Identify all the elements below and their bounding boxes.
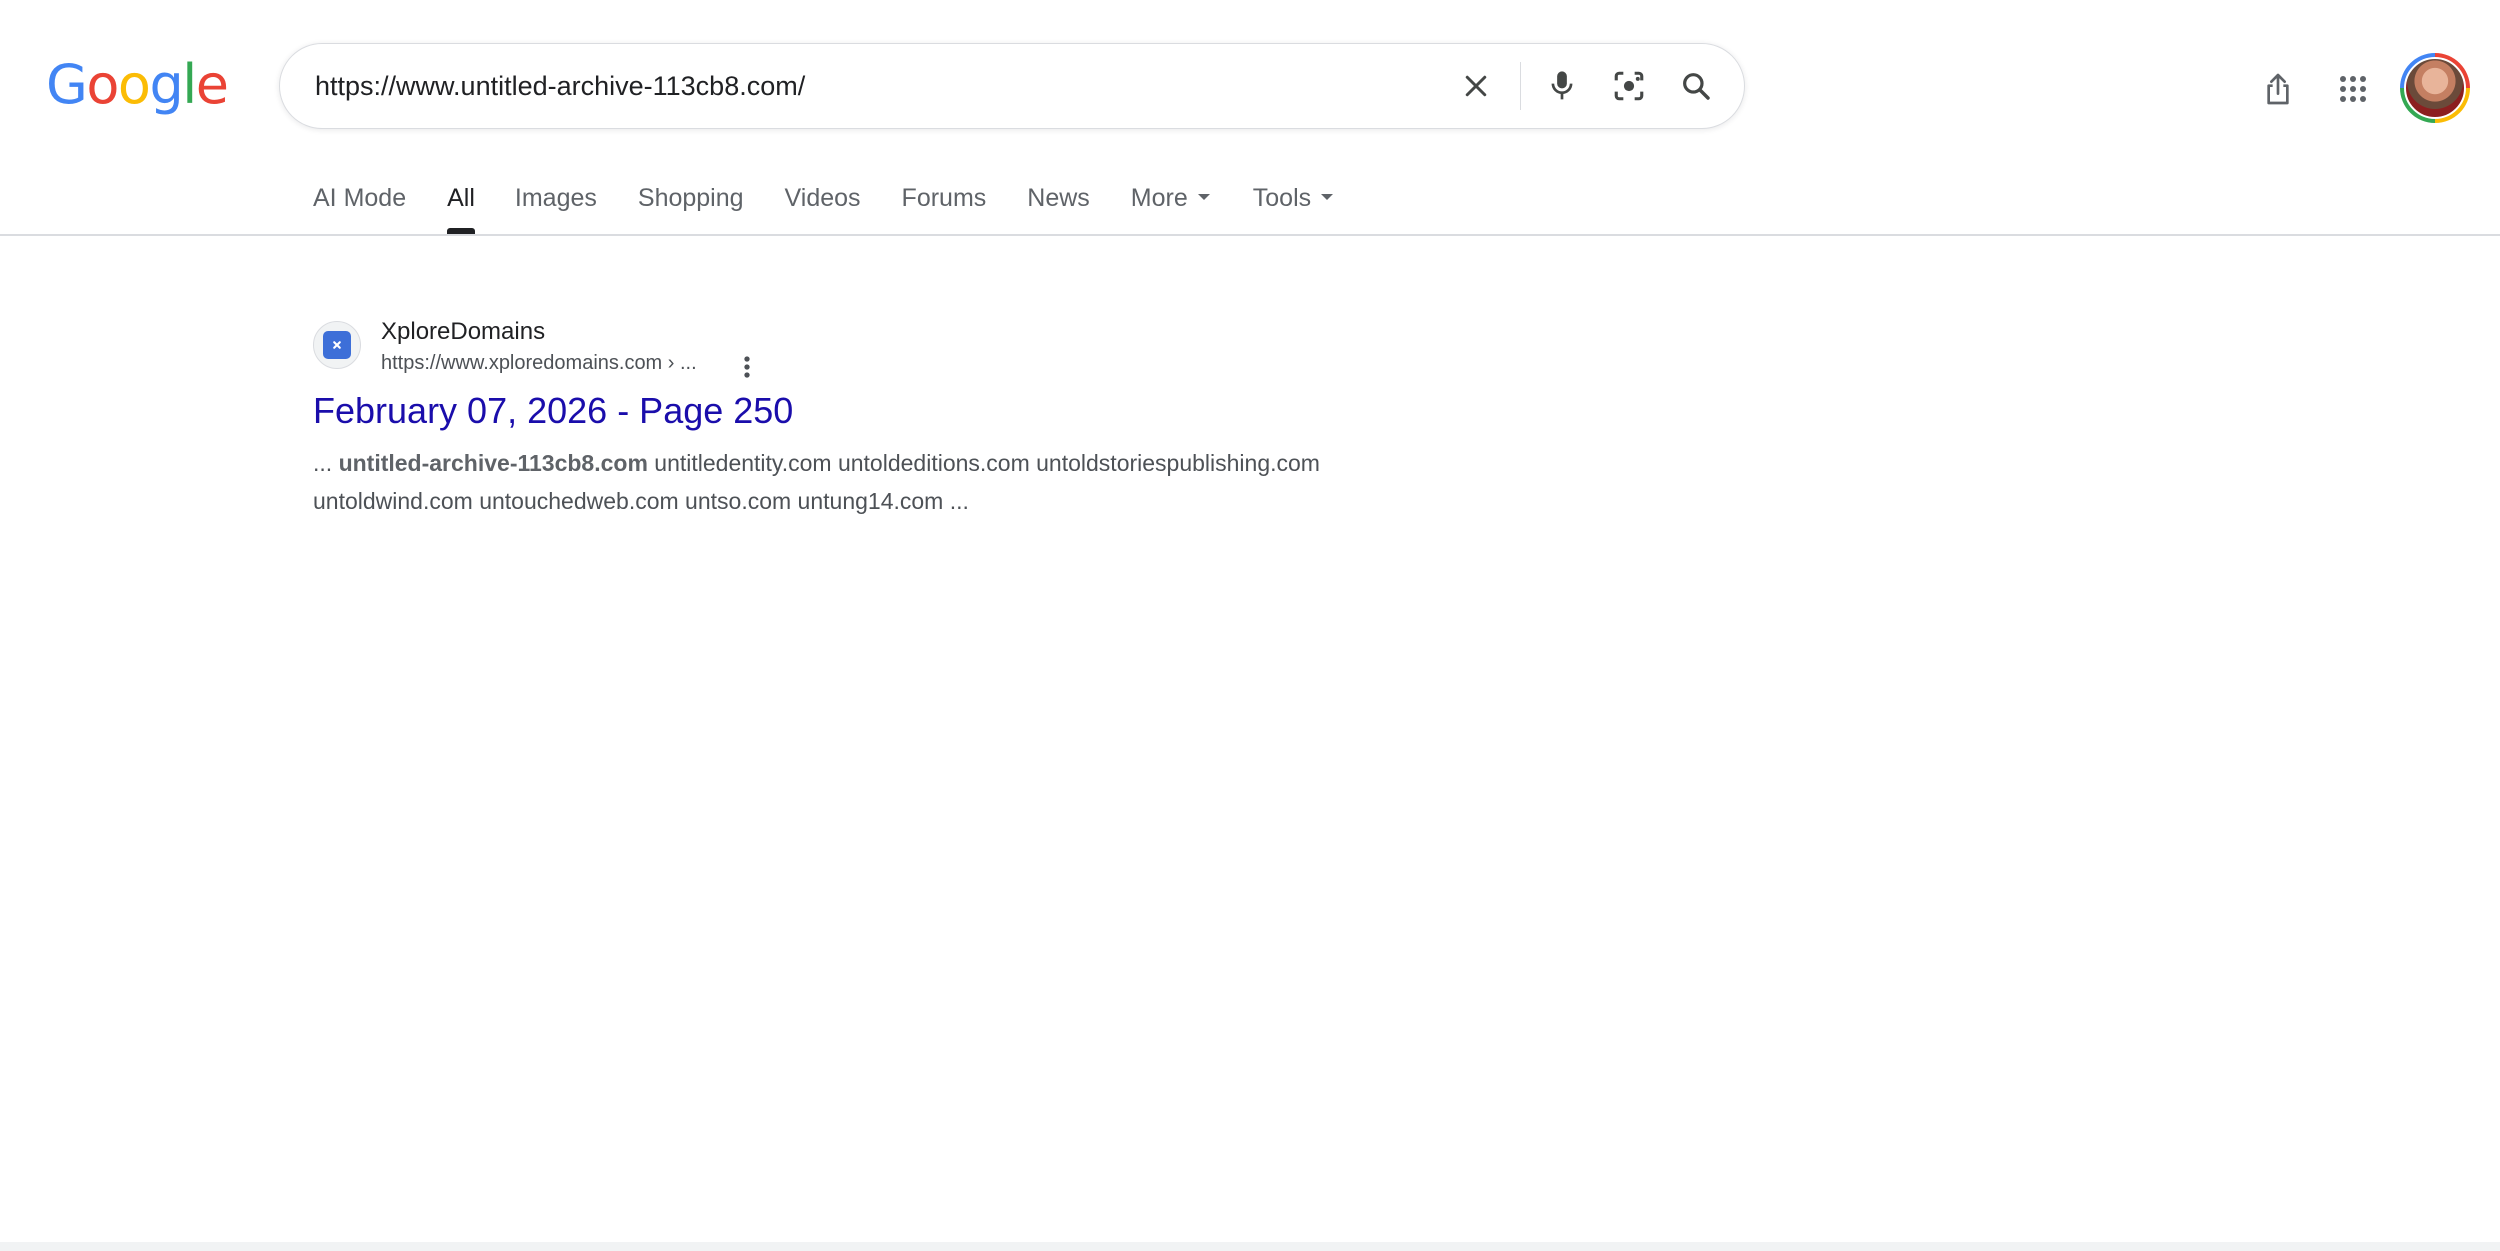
xploredomains-icon — [323, 331, 351, 359]
snippet-prefix: ... — [313, 450, 339, 476]
apps-grid-icon[interactable] — [2330, 66, 2376, 112]
share-icon[interactable] — [2255, 66, 2301, 112]
tab-news[interactable]: News — [1027, 176, 1090, 220]
more-options-icon[interactable] — [735, 353, 759, 381]
search-divider — [1520, 62, 1521, 110]
bottom-bar — [0, 1242, 2500, 1251]
tab-tools[interactable]: Tools — [1252, 176, 1334, 220]
camera-lens-icon[interactable] — [1609, 66, 1649, 106]
close-icon[interactable] — [1456, 66, 1496, 106]
logo-letter-l: l — [182, 53, 197, 116]
tab-more-label: More — [1130, 184, 1188, 212]
search-input[interactable]: https://www.untitled-archive-113cb8.com/ — [315, 44, 805, 128]
caret-down-icon — [1321, 194, 1334, 201]
logo-letter-g: G — [46, 53, 88, 116]
logo-letter-e: e — [195, 53, 229, 116]
site-favicon[interactable] — [313, 321, 361, 369]
tab-ai-mode[interactable]: AI Mode — [313, 176, 406, 220]
tab-more[interactable]: More — [1131, 176, 1210, 220]
logo-letter-g2: g — [149, 53, 183, 116]
caret-down-icon — [1197, 194, 1210, 201]
tab-shopping[interactable]: Shopping — [638, 176, 744, 220]
tab-images[interactable]: Images — [515, 176, 597, 220]
result-site-name[interactable]: XploreDomains — [381, 318, 545, 346]
tab-videos[interactable]: Videos — [785, 176, 861, 220]
account-avatar[interactable] — [2400, 53, 2470, 123]
tab-tools-label: Tools — [1252, 184, 1312, 212]
result-snippet: ... untitled-archive-113cb8.com untitled… — [313, 444, 1423, 520]
microphone-icon[interactable] — [1542, 66, 1582, 106]
avatar-photo — [2404, 57, 2466, 119]
result-title-link[interactable]: February 07, 2026 - Page 250 — [313, 390, 793, 432]
logo-letter-o2: o — [117, 53, 151, 116]
search-icon[interactable] — [1676, 66, 1716, 106]
snippet-highlight: untitled-archive-113cb8.com — [338, 450, 648, 476]
result-url[interactable]: https://www.xploredomains.com › ... — [381, 352, 697, 375]
tab-forums[interactable]: Forums — [902, 176, 987, 220]
search-tabs: AI Mode All Images Shopping Videos Forum… — [313, 176, 1334, 236]
tabs-divider — [0, 234, 2500, 236]
logo-letter-o1: o — [86, 53, 119, 116]
tab-all[interactable]: All — [447, 176, 475, 234]
search-box[interactable]: https://www.untitled-archive-113cb8.com/ — [279, 43, 1745, 129]
google-logo[interactable]: G o o g l e — [46, 53, 229, 117]
